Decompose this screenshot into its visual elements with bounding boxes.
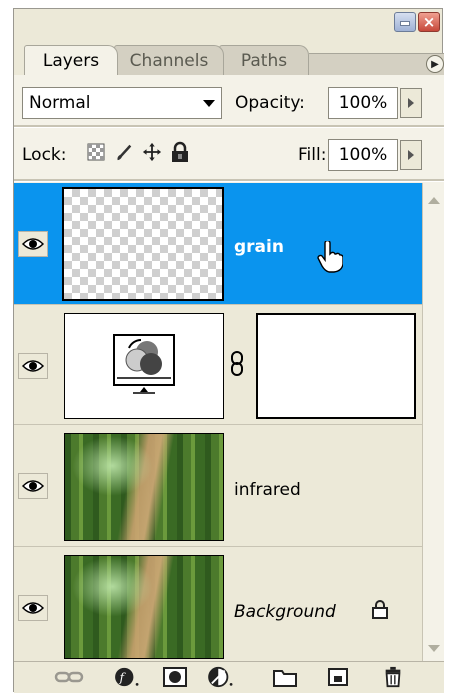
fill-slider-button[interactable] bbox=[400, 140, 422, 170]
trash-icon[interactable] bbox=[382, 666, 404, 688]
opacity-input[interactable]: 100% bbox=[328, 87, 398, 119]
divider bbox=[14, 179, 444, 182]
layer-thumbnail[interactable] bbox=[64, 433, 224, 541]
lock-transparency-icon[interactable] bbox=[86, 141, 106, 163]
opacity-label: Opacity: bbox=[235, 93, 305, 113]
eye-icon bbox=[22, 602, 44, 614]
blend-mode-select[interactable]: Normal bbox=[22, 87, 222, 119]
layer-mask-thumbnail[interactable] bbox=[256, 313, 416, 419]
layer-name[interactable]: infrared bbox=[234, 480, 301, 500]
scroll-down-arrow-icon[interactable] bbox=[428, 645, 440, 652]
add-mask-icon[interactable] bbox=[162, 666, 188, 688]
channel-mixer-icon bbox=[113, 334, 175, 394]
close-button[interactable]: × bbox=[418, 12, 440, 32]
new-adjustment-layer-icon[interactable] bbox=[206, 666, 236, 688]
visibility-toggle[interactable] bbox=[18, 473, 48, 499]
layers-scrollbar[interactable] bbox=[422, 183, 444, 661]
layer-name[interactable]: grain bbox=[234, 237, 284, 257]
layer-style-fx-icon[interactable]: f bbox=[112, 666, 142, 688]
tab-channels[interactable]: Channels bbox=[114, 45, 224, 75]
opacity-slider-button[interactable] bbox=[400, 88, 422, 118]
new-layer-icon[interactable] bbox=[326, 666, 350, 688]
visibility-toggle[interactable] bbox=[18, 353, 48, 379]
hand-cursor-icon bbox=[317, 241, 343, 273]
layer-thumbnail[interactable] bbox=[64, 555, 224, 659]
minimize-button[interactable] bbox=[394, 12, 416, 32]
layer-row-adjustment[interactable] bbox=[14, 305, 422, 425]
divider bbox=[14, 125, 444, 128]
layers-panel-window: × Paths Channels Layers ▶ Normal Opacity… bbox=[0, 0, 454, 696]
lock-label: Lock: bbox=[22, 145, 67, 165]
panel-frame: × Paths Channels Layers ▶ Normal Opacity… bbox=[13, 8, 444, 693]
link-layers-icon[interactable] bbox=[54, 666, 84, 688]
eye-icon bbox=[22, 480, 44, 492]
eye-icon bbox=[22, 360, 44, 372]
scroll-up-arrow-icon[interactable] bbox=[428, 197, 440, 204]
layer-name[interactable]: Background bbox=[234, 602, 336, 622]
tab-layers[interactable]: Layers bbox=[24, 45, 118, 75]
eye-icon bbox=[22, 238, 44, 250]
visibility-toggle[interactable] bbox=[18, 595, 48, 621]
layer-row-infrared[interactable]: infrared bbox=[14, 425, 422, 547]
panel-tabs: Paths Channels Layers ▶ bbox=[14, 45, 444, 76]
adjustment-thumbnail[interactable] bbox=[64, 313, 224, 419]
layers-list: grain infrared Background bbox=[14, 183, 422, 661]
chevron-down-icon bbox=[203, 100, 215, 107]
visibility-toggle[interactable] bbox=[18, 231, 48, 257]
tab-paths[interactable]: Paths bbox=[219, 45, 309, 75]
lock-icon bbox=[372, 600, 388, 619]
panel-menu-button[interactable]: ▶ bbox=[426, 55, 444, 73]
layer-row-background[interactable]: Background bbox=[14, 547, 422, 661]
new-group-folder-icon[interactable] bbox=[272, 666, 298, 688]
lock-all-padlock-icon[interactable] bbox=[170, 141, 190, 163]
lock-pixels-brush-icon[interactable] bbox=[114, 141, 134, 163]
layers-bottom-toolbar: f bbox=[14, 661, 444, 693]
lock-position-move-icon[interactable] bbox=[142, 141, 162, 163]
tab-strip bbox=[309, 53, 444, 76]
blend-mode-value: Normal bbox=[29, 93, 91, 113]
fill-input[interactable]: 100% bbox=[328, 139, 398, 171]
fill-label: Fill: bbox=[298, 145, 327, 165]
layer-thumbnail[interactable] bbox=[62, 187, 224, 301]
chain-link-icon[interactable] bbox=[230, 351, 244, 377]
layer-row-grain[interactable]: grain bbox=[14, 183, 422, 305]
layer-options: Normal Opacity: 100% Lock: Fill: 100% bbox=[14, 75, 444, 183]
